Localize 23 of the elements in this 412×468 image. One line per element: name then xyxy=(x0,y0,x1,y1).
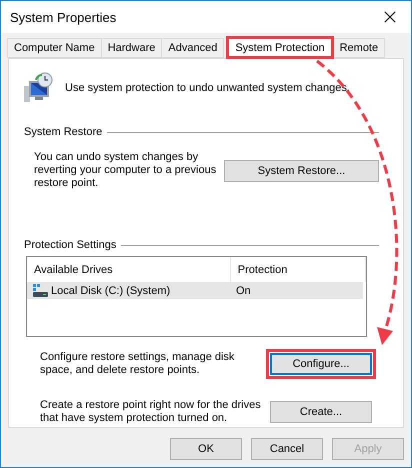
tab[interactable]: Computer Name xyxy=(7,38,102,58)
intro-text: Use system protection to undo unwanted system changes. xyxy=(65,81,350,95)
close-icon xyxy=(384,11,396,23)
tab[interactable]: System Protection xyxy=(226,36,334,59)
tab[interactable]: Advanced xyxy=(161,38,224,58)
description-text: You can undo system changes by reverting your computer to a previous restore point. xyxy=(34,151,218,190)
tab[interactable]: Remote xyxy=(332,38,386,58)
drive-icon xyxy=(33,284,48,297)
dialog-button[interactable]: OK xyxy=(170,438,242,460)
group-heading: Protection Settings xyxy=(24,238,116,252)
protection-status: On xyxy=(236,284,251,298)
system-restore-button[interactable]: System Restore... xyxy=(224,160,379,182)
description-text: Configure restore settings, manage disk space, and delete restore points. xyxy=(40,351,236,377)
drive-row[interactable]: Local Disk (C:) (System) On xyxy=(27,282,363,299)
tab[interactable]: Hardware xyxy=(100,38,162,58)
action-button[interactable]: Configure... xyxy=(270,353,372,375)
description-text: Create a restore point right now for the drives that have system protection turned on. xyxy=(40,399,262,425)
window-title: System Properties xyxy=(10,10,116,24)
group-heading: System Restore xyxy=(24,125,102,139)
action-button[interactable]: Create... xyxy=(270,401,372,423)
computer-clock-icon xyxy=(23,72,55,104)
drive-name: Local Disk (C:) (System) xyxy=(51,284,170,298)
dialog-button[interactable]: Cancel xyxy=(251,438,323,460)
